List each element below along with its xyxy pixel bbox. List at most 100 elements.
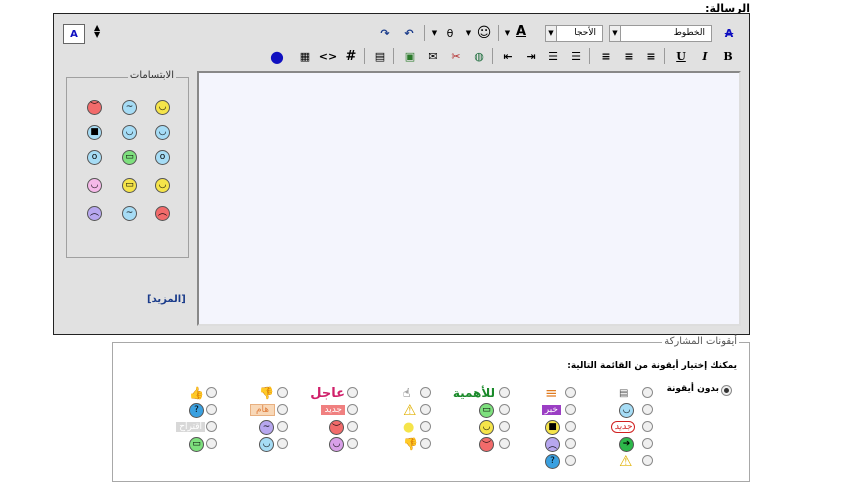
image-icon[interactable]: ▣	[401, 47, 419, 65]
post-icon-radio[interactable]	[565, 404, 576, 415]
code-button[interactable]: <>	[319, 47, 337, 65]
smile-icon[interactable]: ◡	[155, 100, 170, 115]
no-icon-label: بدون أيقونة	[666, 384, 719, 394]
post-icon-radio[interactable]	[565, 387, 576, 398]
redo-icon[interactable]: ↷	[376, 24, 394, 42]
align-right-icon[interactable]: ≡	[642, 47, 660, 65]
shock-icon[interactable]: o	[155, 150, 170, 165]
ordered-list-icon[interactable]: ☰	[567, 47, 585, 65]
no-icon-radio[interactable]	[721, 385, 732, 396]
size-select[interactable]: ▼ الأحجا	[545, 25, 603, 42]
chevron-down-icon: ▼	[546, 26, 557, 41]
email-icon[interactable]: ✉	[424, 47, 442, 65]
grin-blue-icon[interactable]: ◡	[122, 125, 137, 140]
wink-icon[interactable]: ◡	[155, 178, 170, 193]
post-icon-radio[interactable]	[420, 438, 431, 449]
hash-button[interactable]: #	[342, 47, 360, 65]
post-icon-radio[interactable]	[347, 421, 358, 432]
post-icon-radio[interactable]	[642, 404, 653, 415]
undo-icon[interactable]: ↶	[400, 24, 418, 42]
align-center-icon[interactable]: ≡	[620, 47, 638, 65]
post-icon-radio[interactable]	[499, 438, 510, 449]
post-icon-radio[interactable]	[420, 404, 431, 415]
message-textarea[interactable]	[197, 71, 741, 326]
post-icon-radio[interactable]	[499, 421, 510, 432]
post-icon-radio[interactable]	[565, 455, 576, 466]
switch-editor-mode-icon[interactable]: A	[63, 24, 85, 44]
font-select[interactable]: ▼ الخطوط	[609, 25, 712, 42]
post-icons-box: أيقونات المشاركة يمكنك إختيار أيقونة من …	[112, 336, 750, 482]
bold-button[interactable]: B	[719, 47, 737, 65]
post-icon-radio[interactable]	[642, 421, 653, 432]
post-icon-radio[interactable]	[206, 421, 217, 432]
laugh-icon[interactable]: ▭	[122, 178, 137, 193]
post-icon-radio[interactable]	[642, 387, 653, 398]
align-left-icon[interactable]: ≡	[597, 47, 615, 65]
post-icon-label: جديد	[321, 405, 345, 415]
smile-icon: ◡	[479, 419, 494, 435]
thumbs-down-icon: 👎	[259, 386, 274, 400]
teeth-icon: ▭	[189, 436, 204, 452]
chevron-down-icon[interactable]: ▼	[430, 24, 439, 42]
post-icon-radio[interactable]	[206, 387, 217, 398]
sad-icon[interactable]: ︵	[87, 206, 102, 221]
post-icon-radio[interactable]	[277, 421, 288, 432]
cool-icon[interactable]: ◡	[155, 125, 170, 140]
post-icon-radio[interactable]	[565, 438, 576, 449]
warning-icon: ⚠	[619, 452, 633, 470]
globe-link-icon[interactable]: ◍	[470, 47, 488, 65]
puzzled-icon[interactable]: ~	[122, 206, 137, 221]
post-icon-radio[interactable]	[206, 438, 217, 449]
post-icon-radio[interactable]	[420, 421, 431, 432]
post-icon-radio[interactable]	[206, 404, 217, 415]
sunglasses-icon[interactable]: ■	[87, 125, 102, 140]
mad-icon[interactable]: ︵	[155, 206, 170, 221]
message-editor: A ▲ ▼ A ▼ الخطوط ▼ الأحجا A ▼ ☺ ▼ θ ▼ ↶ ↷…	[53, 13, 750, 335]
post-icon-radio[interactable]	[642, 438, 653, 449]
smilies-legend: الابتسامات	[127, 70, 176, 81]
quote-icon[interactable]: ▤	[371, 47, 389, 65]
toolbar-separator	[492, 48, 493, 64]
chevron-down-icon[interactable]: ▼	[464, 24, 473, 42]
post-icon-radio[interactable]	[499, 387, 510, 398]
italic-button[interactable]: I	[696, 47, 714, 65]
remove-format-icon[interactable]: A	[720, 24, 738, 42]
post-icon-radio[interactable]	[420, 387, 431, 398]
post-icon-radio[interactable]	[347, 387, 358, 398]
angry-icon: ︶	[479, 436, 494, 452]
smilies-box: الابتسامات ◡ ~ ︶ ◡ ◡ ■ o ▭ o ◡ ▭ ◡ ︵ ~ ︵ [المزيد]	[66, 70, 189, 305]
important-label-icon: للأهمية	[453, 385, 495, 401]
post-icon-radio[interactable]	[499, 404, 510, 415]
post-icon-radio[interactable]	[347, 404, 358, 415]
post-icons-hint: يمكنك إختيار أيقونة من القائمة التالية:	[567, 361, 737, 371]
angry-icon[interactable]: ︶	[87, 100, 102, 115]
post-icon-radio[interactable]	[277, 404, 288, 415]
smiley-insert-icon[interactable]: ☺	[475, 24, 493, 42]
post-icon-radio[interactable]	[642, 455, 653, 466]
post-icon-label: هام	[249, 404, 275, 416]
outdent-icon[interactable]: ⇤	[499, 47, 517, 65]
post-icon-radio[interactable]	[565, 421, 576, 432]
scared-icon[interactable]: o	[87, 150, 102, 165]
important-badge-icon: هام	[249, 402, 275, 418]
post-icon-radio[interactable]	[347, 438, 358, 449]
teeth-icon[interactable]: ▭	[122, 150, 137, 165]
unordered-list-icon[interactable]: ☰	[544, 47, 562, 65]
underline-button[interactable]: U	[672, 47, 690, 65]
confused-icon[interactable]: ~	[122, 100, 137, 115]
remove-link-icon[interactable]: ✂	[447, 47, 465, 65]
attachment-icon[interactable]: θ	[441, 24, 459, 42]
font-color-icon[interactable]: A	[512, 22, 530, 40]
more-smilies-link[interactable]: [المزيد]	[147, 294, 186, 305]
chevron-down-icon[interactable]: ▼	[503, 24, 512, 42]
thumbs-down-icon: 👎	[403, 437, 418, 451]
php-icon[interactable]: ▦	[296, 47, 314, 65]
tongue-icon[interactable]: ◡	[87, 178, 102, 193]
pointer-icon: ☝	[403, 386, 411, 400]
post-icon-radio[interactable]	[277, 438, 288, 449]
post-icons-legend: أيقونات المشاركة	[662, 336, 739, 347]
post-icon-radio[interactable]	[277, 387, 288, 398]
indent-icon[interactable]: ⇥	[522, 47, 540, 65]
resize-arrows-icon[interactable]: ▲ ▼	[94, 24, 100, 39]
speech-bubble-icon[interactable]: ●	[268, 47, 286, 66]
